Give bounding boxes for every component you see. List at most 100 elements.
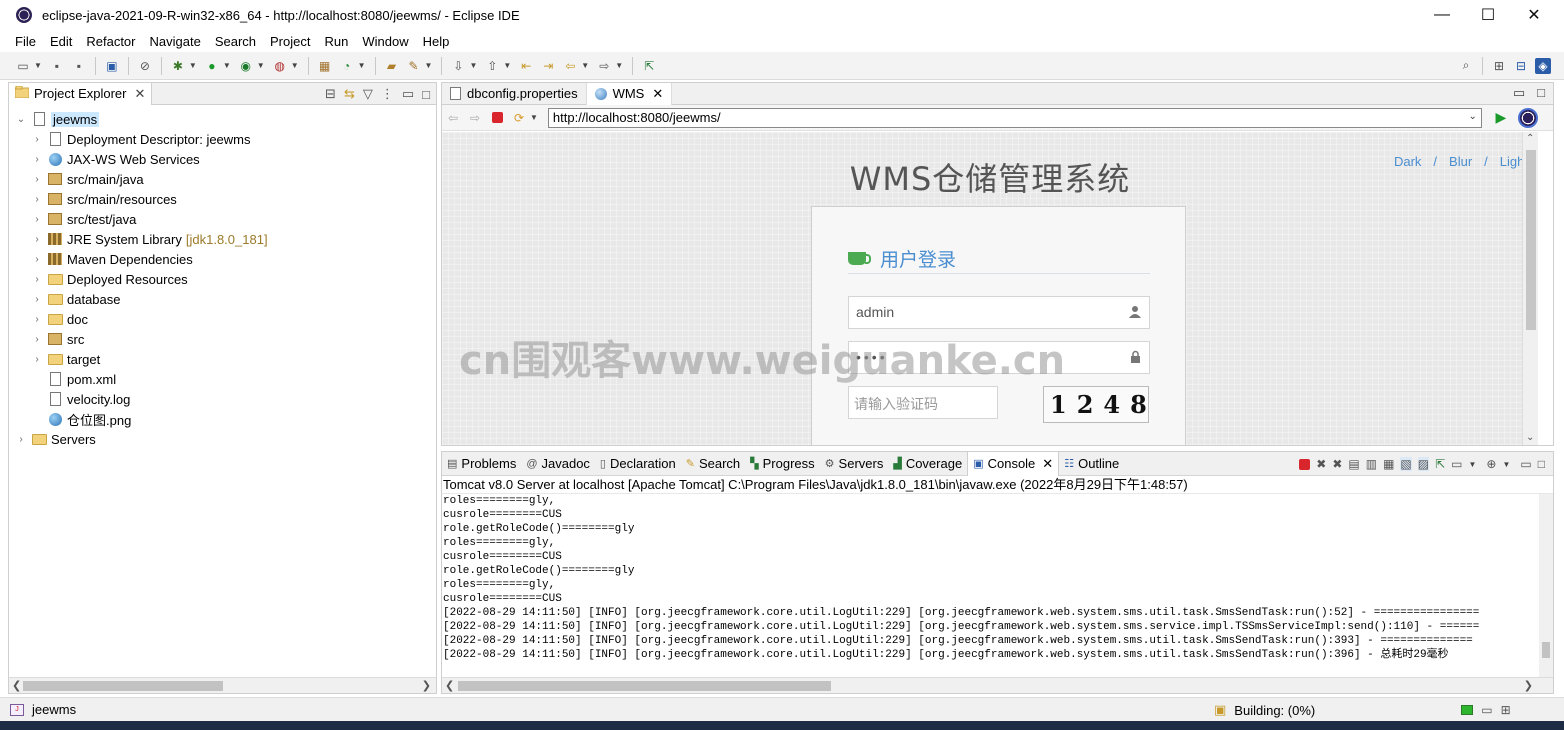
- debug-icon[interactable]: ✱: [170, 58, 186, 74]
- menu-search[interactable]: Search: [208, 34, 263, 49]
- tree-item[interactable]: › src/main/resources: [9, 189, 436, 209]
- menu-help[interactable]: Help: [416, 34, 457, 49]
- perspective-icon[interactable]: ⊟: [1513, 58, 1529, 74]
- tree-item[interactable]: › Maven Dependencies: [9, 249, 436, 269]
- external-tools-dropdown-icon[interactable]: ▼: [291, 61, 299, 70]
- menu-refactor[interactable]: Refactor: [79, 34, 142, 49]
- tree-item[interactable]: › JRE System Library [jdk1.8.0_181]: [9, 229, 436, 249]
- tab-progress[interactable]: ▚ Progress: [745, 452, 820, 476]
- chevron-right-icon[interactable]: ›: [31, 194, 43, 205]
- filter-icon[interactable]: ▽: [363, 86, 373, 102]
- external-tools-icon[interactable]: ◍: [272, 58, 288, 74]
- scroll-left-icon[interactable]: ❮: [12, 679, 21, 692]
- scrollbar-thumb[interactable]: [1542, 642, 1550, 658]
- tab-javadoc[interactable]: @ Javadoc: [521, 452, 595, 476]
- back-dropdown-icon[interactable]: ▼: [581, 61, 589, 70]
- tree-item[interactable]: ⌄ jeewms: [9, 109, 436, 129]
- open-type-icon[interactable]: ▰: [384, 58, 400, 74]
- chevron-right-icon[interactable]: ›: [31, 214, 43, 225]
- tab-servers[interactable]: ⚙ Servers: [820, 452, 889, 476]
- view-menu-icon[interactable]: ⋮: [381, 86, 394, 102]
- run-icon[interactable]: ●: [204, 58, 220, 74]
- terminal-icon[interactable]: ▣: [104, 58, 120, 74]
- display-console-icon[interactable]: ▭: [1451, 457, 1462, 471]
- tree-item[interactable]: 仓位图.png: [9, 409, 436, 429]
- prev-annotation-dropdown-icon[interactable]: ▼: [503, 61, 511, 70]
- tree-item[interactable]: › src/test/java: [9, 209, 436, 229]
- tab-wms[interactable]: WMS ✕: [586, 83, 673, 105]
- forward-icon[interactable]: ⇨: [596, 58, 612, 74]
- tab-search[interactable]: ✎ Search: [681, 452, 745, 476]
- tab-outline[interactable]: ☷ Outline: [1059, 452, 1124, 476]
- new-class-icon[interactable]: ◔: [339, 58, 355, 74]
- menu-window[interactable]: Window: [355, 34, 415, 49]
- tab-dbconfig[interactable]: dbconfig.properties: [442, 83, 587, 105]
- new-java-project-icon[interactable]: ▦: [317, 58, 333, 74]
- chevron-right-icon[interactable]: ›: [31, 154, 43, 165]
- scroll-right-icon[interactable]: ❯: [422, 679, 431, 692]
- display-console-dropdown-icon[interactable]: ▼: [1469, 460, 1477, 469]
- tree-item[interactable]: › doc: [9, 309, 436, 329]
- new-console-icon[interactable]: ⊕: [1486, 457, 1496, 471]
- coverage-dropdown-icon[interactable]: ▼: [257, 61, 265, 70]
- chevron-right-icon[interactable]: ›: [31, 314, 43, 325]
- captcha-image[interactable]: 1248: [1043, 386, 1149, 423]
- close-icon[interactable]: ✕: [134, 86, 145, 102]
- tree-item[interactable]: › src: [9, 329, 436, 349]
- terminate-icon[interactable]: [1299, 458, 1311, 470]
- word-wrap-icon[interactable]: ▦: [1383, 457, 1394, 471]
- web-vertical-scrollbar[interactable]: ⌃ ⌄: [1522, 132, 1538, 445]
- console-horizontal-scrollbar[interactable]: ❮ ❯: [442, 677, 1553, 693]
- go-icon[interactable]: ▶: [1492, 109, 1510, 127]
- scroll-up-icon[interactable]: ⌃: [1526, 133, 1534, 144]
- close-icon[interactable]: ✕: [1042, 456, 1053, 472]
- java-ee-perspective-icon[interactable]: ◈: [1535, 57, 1551, 74]
- close-window-button[interactable]: ✕: [1511, 0, 1557, 30]
- pin-editor-icon[interactable]: ⇱: [641, 58, 657, 74]
- url-input[interactable]: http://localhost:8080/jeewms/ ⌄: [547, 107, 1482, 128]
- menu-project[interactable]: Project: [263, 34, 317, 49]
- chevron-right-icon[interactable]: ›: [31, 294, 43, 305]
- maximize-panel-icon[interactable]: □: [1538, 457, 1545, 471]
- tree-item[interactable]: › Deployed Resources: [9, 269, 436, 289]
- console-output[interactable]: roles========gly, cusrole========CUS role.…: [442, 494, 1553, 662]
- open-perspective-icon[interactable]: ⊞: [1491, 58, 1507, 74]
- chevron-right-icon[interactable]: ›: [31, 254, 43, 265]
- search-icon[interactable]: ⌕: [1458, 58, 1474, 74]
- scroll-right-icon[interactable]: ❯: [1524, 679, 1533, 692]
- maximize-view-icon[interactable]: □: [422, 87, 430, 102]
- eclipse-web-icon[interactable]: [1517, 107, 1538, 128]
- search-tool-dropdown-icon[interactable]: ▼: [425, 61, 433, 70]
- forward-dropdown-icon[interactable]: ▼: [615, 61, 623, 70]
- remove-launch-icon[interactable]: ✖: [1316, 457, 1326, 471]
- save-all-icon[interactable]: ▪: [71, 58, 87, 74]
- search-tool-icon[interactable]: ✎: [406, 58, 422, 74]
- minimize-view-icon[interactable]: ▭: [402, 86, 414, 102]
- last-edit-icon[interactable]: ⇤: [518, 58, 534, 74]
- menu-file[interactable]: File: [8, 34, 43, 49]
- tree-item[interactable]: › Servers: [9, 429, 436, 449]
- tree-item[interactable]: › src/main/java: [9, 169, 436, 189]
- chevron-right-icon[interactable]: ›: [31, 134, 43, 145]
- tab-problems[interactable]: ▤ Problems: [442, 452, 521, 476]
- menu-run[interactable]: Run: [317, 34, 355, 49]
- tree-item[interactable]: pom.xml: [9, 369, 436, 389]
- new-icon[interactable]: ▭: [15, 58, 31, 74]
- tab-coverage[interactable]: ▟ Coverage: [888, 452, 967, 476]
- chevron-down-icon[interactable]: ⌄: [15, 114, 27, 125]
- tab-project-explorer[interactable]: Project Explorer ✕: [9, 82, 153, 105]
- scrollbar-thumb[interactable]: [1526, 150, 1536, 330]
- browser-menu-dropdown-icon[interactable]: ▼: [530, 113, 538, 122]
- close-icon[interactable]: ✕: [652, 86, 663, 102]
- minimize-editor-icon[interactable]: ▭: [1513, 85, 1525, 101]
- horizontal-scrollbar[interactable]: ❮ ❯: [9, 677, 436, 693]
- minimize-panel-icon[interactable]: ▭: [1520, 457, 1531, 471]
- link-with-editor-icon[interactable]: ⇆: [344, 86, 355, 102]
- tab-declaration[interactable]: ▯ Declaration: [595, 452, 681, 476]
- browser-back-icon[interactable]: ⇦: [445, 110, 461, 126]
- tree-item[interactable]: › database: [9, 289, 436, 309]
- remove-all-terminated-icon[interactable]: ✖: [1332, 457, 1342, 471]
- forward-edit-icon[interactable]: ⇥: [540, 58, 556, 74]
- progress-view-icon[interactable]: ▭: [1481, 703, 1492, 717]
- scrollbar-thumb[interactable]: [23, 681, 223, 691]
